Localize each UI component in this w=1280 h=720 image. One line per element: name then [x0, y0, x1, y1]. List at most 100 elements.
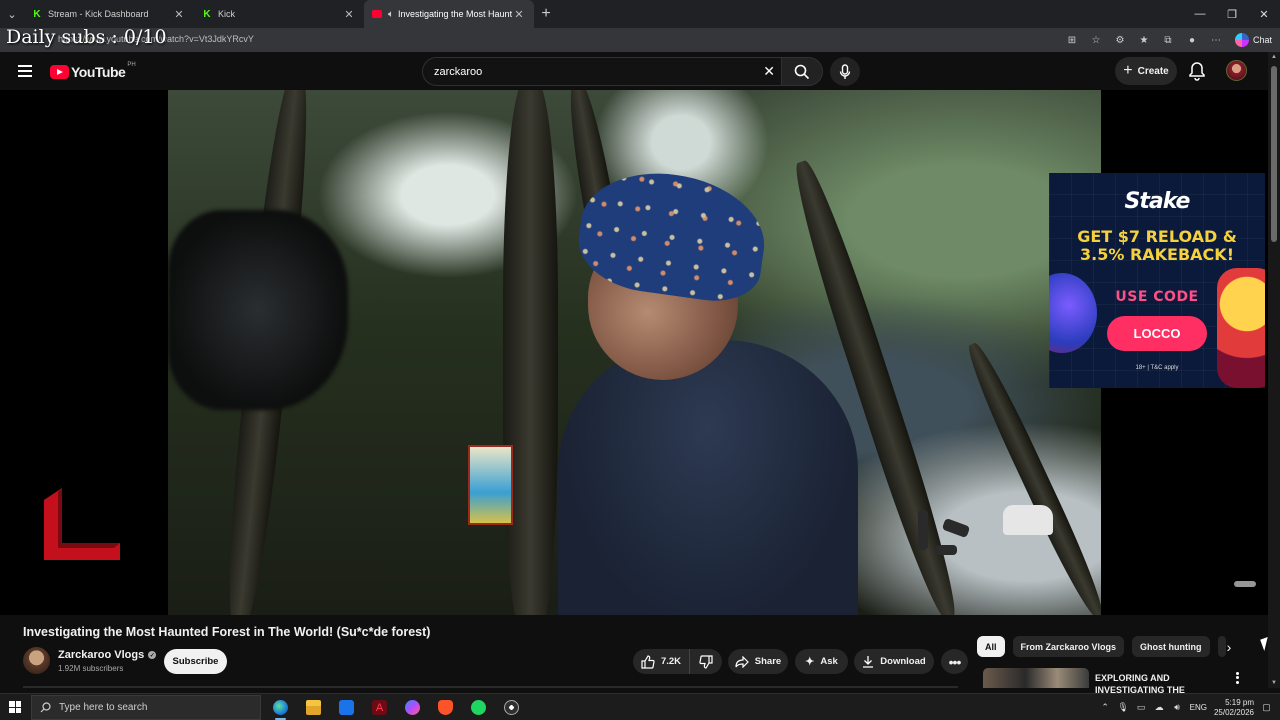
channel-avatar[interactable]	[23, 647, 50, 674]
create-button[interactable]: + Create	[1115, 57, 1177, 85]
cloud-icon[interactable]: ☁	[1154, 702, 1165, 713]
thumbs-up-icon	[641, 654, 655, 669]
notifications-bell-icon[interactable]	[1188, 61, 1206, 81]
clear-search-icon[interactable]: ✕	[763, 63, 775, 80]
tab-kick-dashboard[interactable]: K Stream - Kick Dashboard ✕	[24, 0, 194, 28]
taskbar-search-placeholder: Type here to search	[59, 702, 148, 713]
volume-icon[interactable]: 🔊︎	[1172, 702, 1183, 713]
verified-icon: ✓	[148, 651, 157, 659]
copilot-chat-button[interactable]: Chat	[1234, 33, 1272, 47]
background-people	[913, 510, 983, 580]
tab-title: Kick	[218, 9, 236, 19]
collections-icon[interactable]: ⧉	[1159, 31, 1177, 49]
taskbar-apps: A	[264, 694, 528, 720]
scroll-down-icon[interactable]: ▼	[1270, 680, 1278, 686]
subscriber-count: 1.92M subscribers	[58, 664, 124, 673]
tab-close-icon[interactable]: ✕	[172, 8, 186, 21]
windows-taskbar: Type here to search A ⌃ 🎙︎ ▭ ☁ 🔊︎ ENG 5:…	[0, 693, 1280, 720]
thumbs-down-icon	[699, 654, 713, 669]
copilot-icon	[1234, 33, 1249, 47]
video-frame[interactable]	[168, 90, 1101, 615]
close-window-icon[interactable]: ✕	[1248, 0, 1280, 28]
video-player[interactable]: Stake GET $7 RELOAD & 3.5% RAKEBACK! USE…	[0, 90, 1268, 615]
screen: ⌄ K Stream - Kick Dashboard ✕ K Kick ✕ 🔈…	[0, 0, 1280, 720]
more-actions-button[interactable]: •••	[941, 649, 968, 674]
like-button[interactable]: 7.2K	[633, 649, 690, 674]
ad-use-code: USE CODE	[1115, 289, 1199, 305]
chip-all[interactable]: All	[977, 636, 1005, 657]
create-label: Create	[1137, 65, 1169, 77]
scrollbar-thumb[interactable]	[1271, 66, 1277, 242]
network-icon[interactable]: ▭	[1136, 702, 1147, 713]
youtube-icon	[372, 9, 382, 19]
favorite-star-icon[interactable]: ☆	[1087, 31, 1105, 49]
more-horizontal-icon: •••	[948, 653, 962, 670]
language-indicator[interactable]: ENG	[1190, 703, 1207, 712]
new-tab-button[interactable]: +	[534, 5, 558, 23]
obs-icon[interactable]	[495, 694, 528, 720]
channel-name-row[interactable]: Zarckaroo Vlogs ✓	[58, 649, 157, 661]
brave-icon[interactable]	[429, 694, 462, 720]
search-button[interactable]	[781, 57, 823, 86]
favorites-icon[interactable]: ★	[1135, 31, 1153, 49]
spotify-icon[interactable]	[462, 694, 495, 720]
scroll-up-icon[interactable]: ▲	[1270, 54, 1278, 60]
share-label: Share	[754, 656, 782, 667]
share-button[interactable]: Share	[728, 649, 788, 674]
recommended-video-thumbnail[interactable]	[983, 668, 1089, 688]
taskbar-search-input[interactable]: Type here to search	[31, 695, 261, 720]
tab-close-icon[interactable]: ✕	[512, 8, 526, 21]
file-explorer-icon[interactable]	[297, 694, 330, 720]
windows-start-icon[interactable]	[9, 701, 21, 713]
notification-center-icon[interactable]: ▢	[1261, 702, 1272, 713]
like-dislike-group: 7.2K	[633, 649, 722, 674]
account-avatar[interactable]	[1226, 60, 1247, 81]
related-filter-chips: All From Zarckaroo Vlogs Ghost hunting	[977, 636, 1226, 657]
warning-sign	[468, 445, 513, 525]
address-bar: https://www.youtube.com/watch?v=Vt3JdkYR…	[0, 28, 1280, 52]
ad-code-button[interactable]: LOCCO	[1107, 316, 1207, 351]
tab-kick[interactable]: K Kick ✕	[194, 0, 364, 28]
stake-ad-overlay[interactable]: Stake GET $7 RELOAD & 3.5% RAKEBACK! USE…	[1049, 173, 1265, 388]
youtube-logo[interactable]: YouTube PH	[50, 62, 136, 80]
chevron-up-icon[interactable]: ⌃	[1100, 702, 1111, 713]
outlook-icon[interactable]	[330, 694, 363, 720]
adobe-icon[interactable]: A	[363, 694, 396, 720]
tab-youtube-video[interactable]: 🔈︎ Investigating the Most Haunte ✕	[364, 0, 534, 28]
ask-button[interactable]: ✦ Ask	[795, 649, 848, 674]
daily-subs-overlay: Daily subs : 0/10	[6, 26, 167, 48]
extensions-icon[interactable]: ⚙	[1111, 31, 1129, 49]
search-input[interactable]: zarckaroo ✕	[422, 57, 782, 86]
ask-label: Ask	[820, 656, 838, 667]
page-scrollbar[interactable]: ▲ ▼	[1268, 52, 1280, 688]
window-controls: — ❐ ✕	[1184, 0, 1280, 28]
app-available-icon[interactable]: ⊞	[1063, 31, 1081, 49]
ad-brand: Stake	[1124, 189, 1191, 214]
chip-ghost-hunting[interactable]: Ghost hunting	[1132, 636, 1210, 657]
clock-time: 5:19 pm	[1225, 697, 1254, 707]
profile-icon[interactable]: ●	[1183, 31, 1201, 49]
like-count: 7.2K	[660, 656, 682, 667]
kick-icon: K	[33, 8, 41, 20]
tab-close-icon[interactable]: ✕	[342, 8, 356, 21]
subscribe-button[interactable]: Subscribe	[164, 649, 227, 674]
more-icon[interactable]: ⋯	[1207, 31, 1225, 49]
chip-from-channel[interactable]: From Zarckaroo Vlogs	[1012, 636, 1125, 657]
channel-name[interactable]: Zarckaroo Vlogs	[58, 649, 144, 661]
tab-search-dropdown[interactable]: ⌄	[0, 0, 24, 28]
ad-promo: GET $7 RELOAD & 3.5% RAKEBACK!	[1049, 228, 1265, 264]
ad-promo-line2: 3.5% RAKEBACK!	[1080, 245, 1234, 264]
menu-icon[interactable]	[18, 65, 32, 77]
more-vertical-icon[interactable]	[1236, 670, 1239, 685]
minimize-icon[interactable]: —	[1184, 0, 1216, 28]
voice-search-button[interactable]	[830, 57, 860, 86]
download-button[interactable]: Download	[854, 649, 934, 674]
speaker-icon[interactable]: 🔈︎	[388, 9, 394, 20]
edge-icon[interactable]	[264, 694, 297, 720]
messenger-icon[interactable]	[396, 694, 429, 720]
clock[interactable]: 5:19 pm 25/02/2026	[1214, 698, 1254, 718]
microphone-tray-icon[interactable]: 🎙︎	[1117, 702, 1128, 713]
dislike-button[interactable]	[690, 649, 722, 674]
restore-icon[interactable]: ❐	[1216, 0, 1248, 28]
chevron-right-icon[interactable]: ›	[1220, 638, 1238, 656]
